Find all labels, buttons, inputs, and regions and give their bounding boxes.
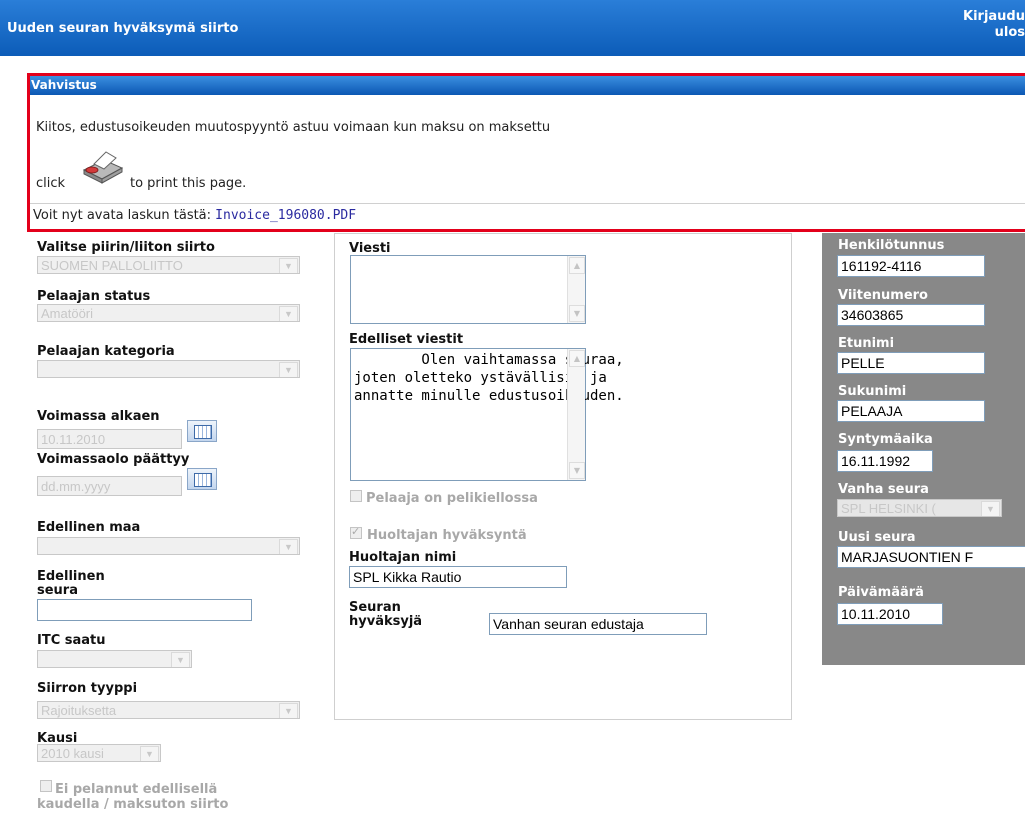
- previous-messages-textarea[interactable]: Olen vaihtamassa seuraa, joten oletteko …: [350, 348, 624, 481]
- scroll-down-icon[interactable]: ▼: [569, 305, 585, 322]
- district-transfer-value: SUOMEN PALLOLIITTO: [41, 258, 183, 273]
- scroll-up-icon[interactable]: ▲: [569, 350, 585, 367]
- previous-country-label: Edellinen maa: [37, 520, 141, 535]
- printer-icon[interactable]: [80, 148, 124, 184]
- new-club-input[interactable]: MARJASUONTIEN F: [837, 546, 1025, 568]
- confirmation-dialog: Vahvistus Kiitos, edustusoikeuden muutos…: [27, 73, 1025, 232]
- player-status-label: Pelaajan status: [37, 289, 151, 304]
- confirmation-message: Kiitos, edustusoikeuden muutospyyntö ast…: [36, 120, 551, 135]
- ssn-input[interactable]: 161192-4116: [837, 255, 985, 277]
- right-panel: Henkilötunnus 161192-4116 Viitenumero 34…: [822, 233, 1025, 665]
- previous-messages-text: Olen vaihtamassa seuraa, joten oletteko …: [354, 352, 624, 404]
- chevron-down-icon: ▼: [171, 652, 190, 667]
- new-club-label: Uusi seura: [838, 530, 916, 545]
- invoice-line: Voit nyt avata laskun tästä: Invoice_196…: [33, 208, 356, 223]
- transfer-type-label: Siirron tyyppi: [37, 681, 138, 696]
- banned-checkbox[interactable]: [350, 490, 362, 502]
- player-status-select[interactable]: Amatööri ▼: [37, 304, 300, 322]
- valid-from-input[interactable]: 10.11.2010: [37, 429, 182, 449]
- club-approver-input[interactable]: Vanhan seuran edustaja: [489, 613, 707, 635]
- player-status-value: Amatööri: [41, 306, 94, 321]
- message-text: [351, 256, 585, 260]
- logout-label-line1[interactable]: Kirjaudu: [963, 9, 1025, 25]
- birth-date-label: Syntymäaika: [838, 432, 933, 447]
- ssn-label: Henkilötunnus: [838, 238, 945, 253]
- scrollbar[interactable]: ▲ ▼: [567, 256, 585, 323]
- last-name-label: Sukunimi: [838, 384, 907, 399]
- chevron-down-icon: ▼: [279, 362, 298, 377]
- valid-from-label: Voimassa alkaen: [37, 409, 160, 424]
- itc-label: ITC saatu: [37, 633, 106, 648]
- reference-number-label: Viitenumero: [838, 288, 928, 303]
- banned-label: Pelaaja on pelikiellossa: [366, 491, 538, 506]
- date-label: Päivämäärä: [838, 585, 924, 600]
- old-club-value: SPL HELSINKI (: [841, 501, 936, 516]
- old-club-select[interactable]: SPL HELSINKI ( ▼: [837, 499, 1002, 517]
- valid-to-label: Voimassaolo päättyy: [37, 452, 190, 467]
- scroll-down-icon[interactable]: ▼: [569, 462, 585, 479]
- season-value: 2010 kausi: [41, 746, 104, 761]
- first-name-input[interactable]: PELLE: [837, 352, 985, 374]
- valid-to-input[interactable]: dd.mm.yyyy: [37, 476, 182, 496]
- page-title: Uuden seuran hyväksymä siirto: [7, 21, 239, 36]
- no-play-checkbox[interactable]: [40, 780, 52, 792]
- message-label: Viesti: [349, 241, 391, 256]
- invoice-link[interactable]: Invoice_196080.PDF: [215, 208, 356, 223]
- chevron-down-icon: ▼: [981, 501, 1000, 516]
- birth-date-input[interactable]: 16.11.1992: [837, 450, 933, 472]
- chevron-down-icon: ▼: [279, 306, 298, 321]
- district-transfer-select[interactable]: SUOMEN PALLOLIITTO ▼: [37, 256, 300, 274]
- previous-country-select[interactable]: ▼: [37, 537, 300, 555]
- no-play-label-2: kaudella / maksuton siirto: [37, 797, 229, 812]
- left-panel: Valitse piirin/liiton siirto SUOMEN PALL…: [34, 233, 304, 818]
- guardian-name-label: Huoltajan nimi: [349, 550, 457, 565]
- transfer-type-value: Rajoituksetta: [41, 703, 117, 718]
- previous-club-input[interactable]: [37, 599, 252, 621]
- season-select[interactable]: 2010 kausi ▼: [37, 744, 161, 762]
- middle-panel: Viesti ▲ ▼ Edelliset viestit Olen vaihta…: [334, 233, 792, 720]
- guardian-name-input[interactable]: SPL Kikka Rautio: [349, 566, 567, 588]
- scroll-up-icon[interactable]: ▲: [569, 257, 585, 274]
- district-transfer-label: Valitse piirin/liiton siirto: [37, 240, 215, 255]
- previous-messages-label: Edelliset viestit: [349, 332, 464, 347]
- calendar-icon[interactable]: [187, 420, 217, 442]
- chevron-down-icon: ▼: [279, 258, 298, 273]
- scrollbar[interactable]: ▲ ▼: [567, 349, 585, 480]
- reference-number-input[interactable]: 34603865: [837, 304, 985, 326]
- chevron-down-icon: ▼: [279, 539, 298, 554]
- player-category-label: Pelaajan kategoria: [37, 344, 175, 359]
- logout-label-line2[interactable]: ulos: [963, 25, 1025, 41]
- first-name-label: Etunimi: [838, 336, 895, 351]
- dialog-divider: [30, 203, 1025, 204]
- chevron-down-icon: ▼: [140, 746, 159, 761]
- no-play-label: Ei pelannut edellisellä: [55, 782, 218, 797]
- itc-select[interactable]: ▼: [37, 650, 192, 668]
- page-header: Uuden seuran hyväksymä siirto Kirjaudu u…: [0, 0, 1025, 56]
- chevron-down-icon: ▼: [279, 703, 298, 718]
- club-approver-label-2: hyväksyjä: [349, 614, 423, 629]
- transfer-type-select[interactable]: Rajoituksetta ▼: [37, 701, 300, 719]
- dialog-title: Vahvistus: [30, 76, 1025, 95]
- message-textarea[interactable]: ▲ ▼: [350, 255, 586, 324]
- calendar-icon[interactable]: [187, 468, 217, 490]
- guardian-approval-checkbox[interactable]: [350, 525, 362, 539]
- print-instruction: to print this page.: [130, 176, 247, 191]
- invoice-prefix: Voit nyt avata laskun tästä:: [33, 208, 216, 223]
- club-approver-label: Seuran: [349, 600, 401, 615]
- logout-link[interactable]: Kirjaudu ulos: [963, 9, 1025, 41]
- date-input[interactable]: 10.11.2010: [837, 603, 943, 625]
- old-club-label: Vanha seura: [838, 482, 929, 497]
- player-category-select[interactable]: ▼: [37, 360, 300, 378]
- previous-club-label-2: seura: [37, 583, 78, 598]
- last-name-input[interactable]: PELAAJA: [837, 400, 985, 422]
- guardian-approval-label: Huoltajan hyväksyntä: [367, 528, 527, 543]
- previous-club-label: Edellinen: [37, 569, 105, 584]
- click-label: click: [36, 176, 66, 191]
